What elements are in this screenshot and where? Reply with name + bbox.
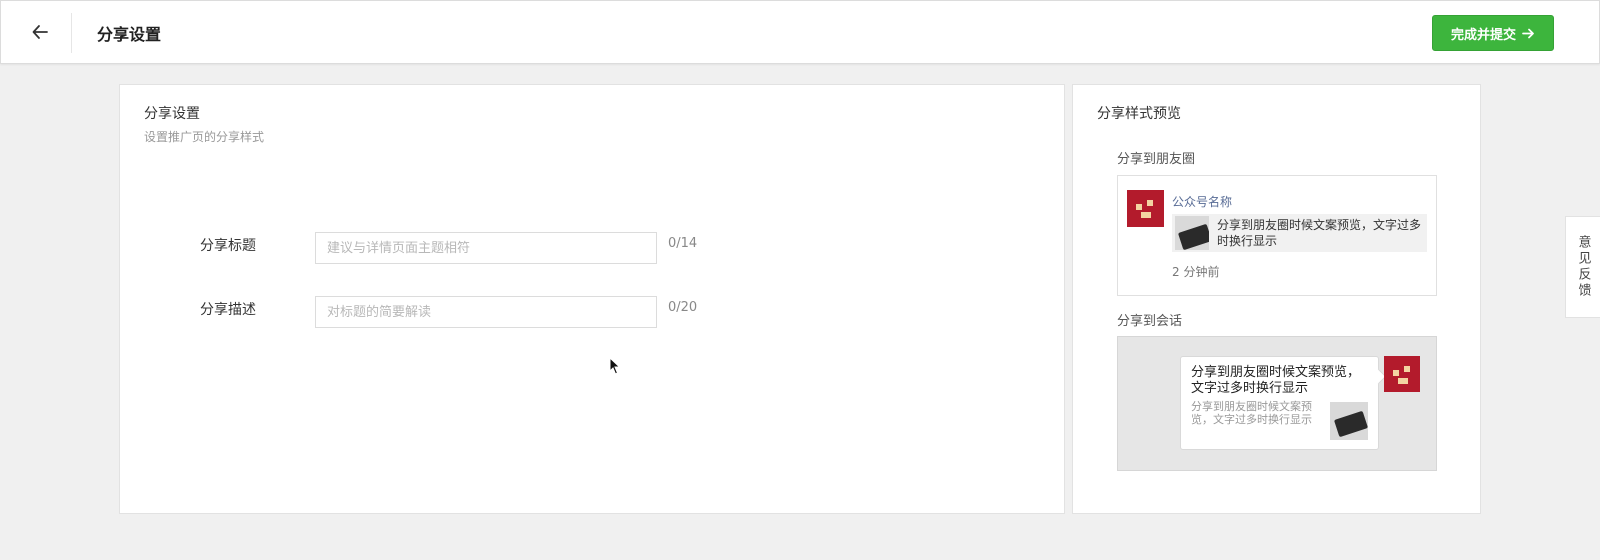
chat-message-description: 分享到朋友圈时候文案预览，文字过多时换行显示 xyxy=(1191,400,1312,426)
sender-avatar xyxy=(1384,356,1420,392)
share-title-input[interactable] xyxy=(315,232,657,264)
account-avatar xyxy=(1127,190,1164,227)
submit-button-label: 完成并提交 xyxy=(1450,27,1516,43)
chat-preview: 分享到朋友圈时候文案预览，文字过多时换行显示 分享到朋友圈时候文案预览，文字过多… xyxy=(1117,336,1437,471)
thumbnail-image xyxy=(1330,402,1368,440)
settings-card-title: 分享设置 xyxy=(144,106,200,122)
post-time: 2 分钟前 xyxy=(1172,265,1220,279)
preview-card-title: 分享样式预览 xyxy=(1097,106,1181,122)
topbar-divider xyxy=(71,13,72,53)
mouse-cursor-icon xyxy=(609,357,621,375)
moments-link-preview: 分享到朋友圈时候文案预览，文字过多时换行显示 xyxy=(1172,214,1427,252)
thumbnail-image xyxy=(1175,216,1209,250)
page-title: 分享设置 xyxy=(97,25,162,44)
chat-message-bubble: 分享到朋友圈时候文案预览，文字过多时换行显示 分享到朋友圈时候文案预览，文字过多… xyxy=(1180,356,1379,450)
moments-preview: 公众号名称 分享到朋友圈时候文案预览，文字过多时换行显示 2 分钟前 xyxy=(1117,175,1437,296)
share-settings-card: 分享设置 设置推广页的分享样式 分享标题 0/14 分享描述 0/20 xyxy=(119,84,1065,514)
share-description-label: 分享描述 xyxy=(200,302,256,318)
feedback-tab[interactable]: 意见反馈 xyxy=(1565,216,1600,318)
arrow-left-icon xyxy=(32,25,48,39)
account-name: 公众号名称 xyxy=(1172,195,1233,209)
share-preview-card: 分享样式预览 分享到朋友圈 公众号名称 分享到朋友圈时候文案预览，文字过多时换行… xyxy=(1072,84,1481,514)
top-bar: 分享设置 完成并提交 xyxy=(0,0,1600,64)
moments-section-label: 分享到朋友圈 xyxy=(1117,152,1196,167)
share-description-input[interactable] xyxy=(315,296,657,328)
settings-card-description: 设置推广页的分享样式 xyxy=(144,130,265,144)
moments-link-text: 分享到朋友圈时候文案预览，文字过多时换行显示 xyxy=(1217,218,1422,248)
back-button[interactable] xyxy=(23,15,57,49)
chat-section-label: 分享到会话 xyxy=(1117,314,1183,329)
share-description-counter: 0/20 xyxy=(668,300,698,315)
arrow-right-icon xyxy=(1522,28,1534,38)
submit-button[interactable]: 完成并提交 xyxy=(1432,15,1554,51)
feedback-label: 意见反馈 xyxy=(1575,235,1591,299)
chat-message-title: 分享到朋友圈时候文案预览，文字过多时换行显示 xyxy=(1191,365,1361,396)
share-title-counter: 0/14 xyxy=(668,236,698,251)
share-title-label: 分享标题 xyxy=(200,238,256,254)
